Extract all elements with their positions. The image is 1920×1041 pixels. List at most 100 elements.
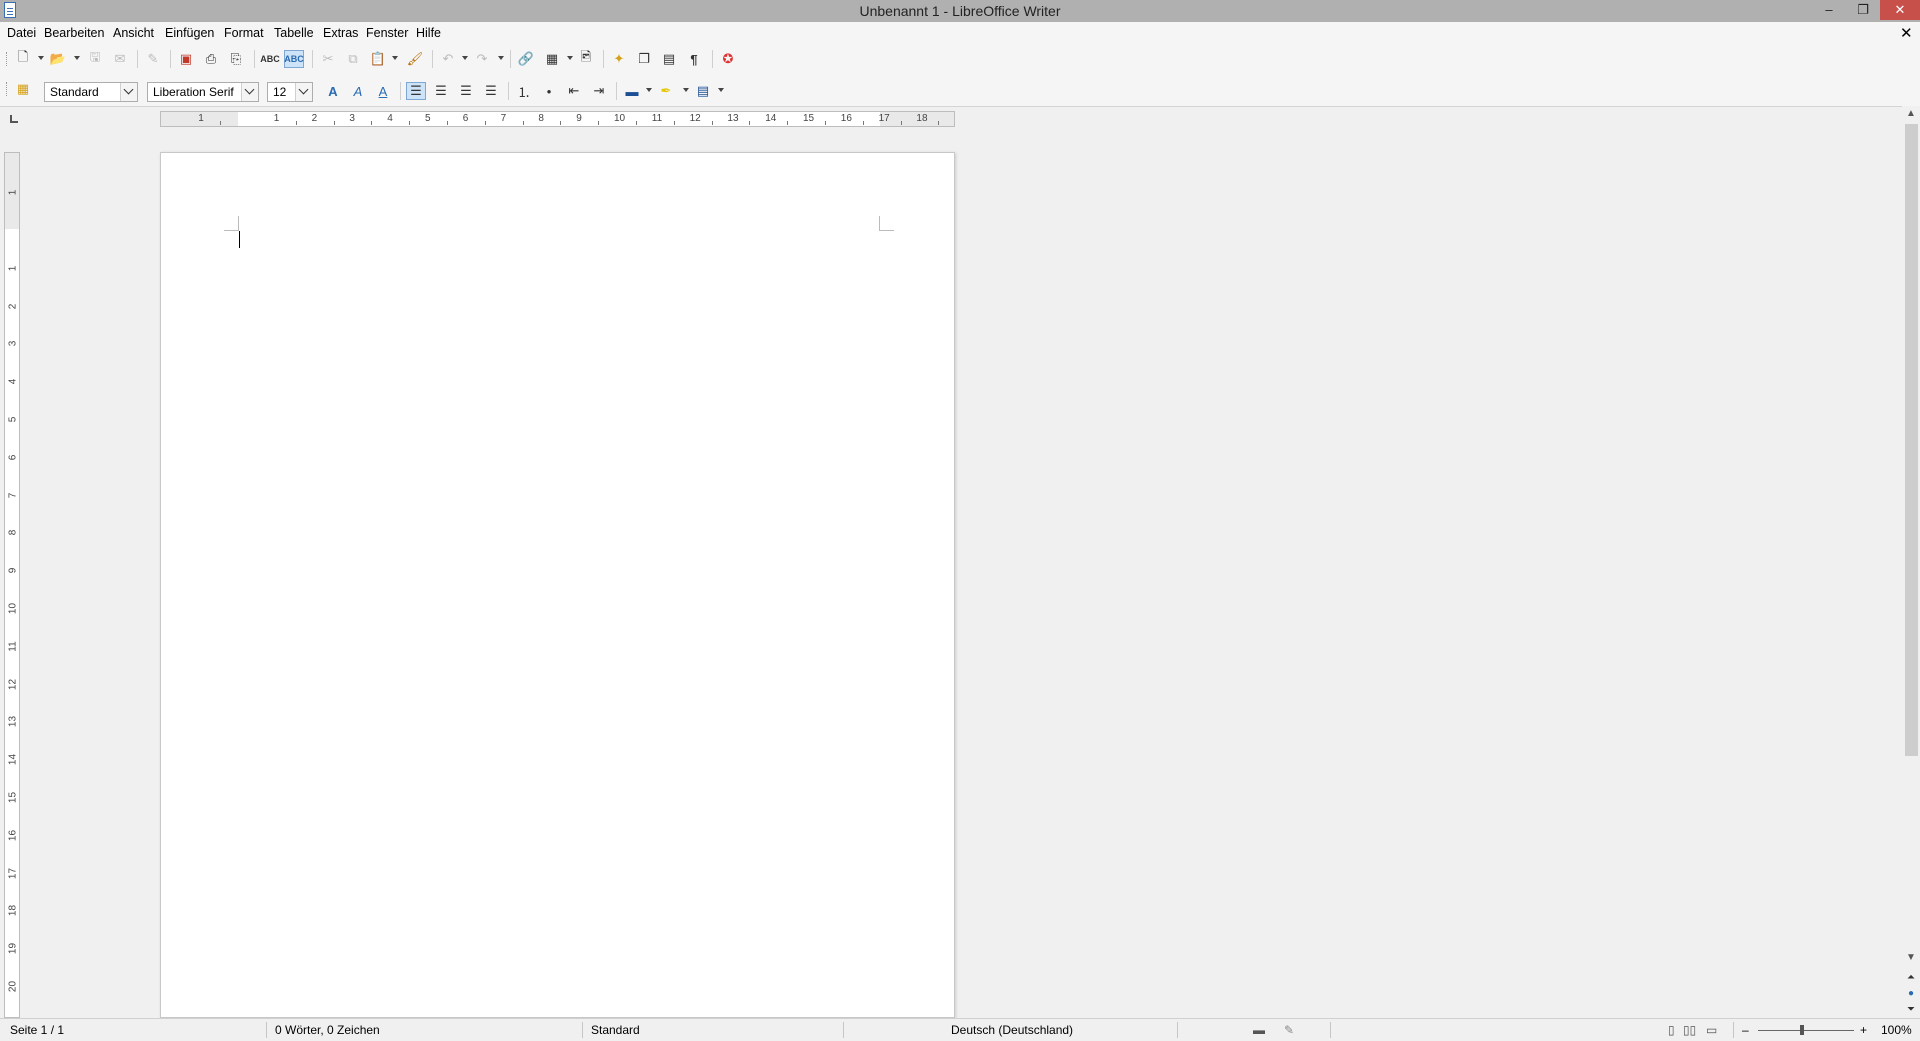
copy-icon[interactable]: ⧉ — [343, 50, 363, 68]
align-right-icon[interactable]: ☰ — [456, 82, 476, 100]
paste-icon[interactable]: 📋 — [368, 50, 388, 68]
open-icon[interactable]: 📂 — [48, 50, 68, 68]
numbering-icon[interactable]: ⒈ — [514, 82, 534, 100]
new-document-icon[interactable]: 🗋 — [13, 49, 33, 68]
redo-dropdown-arrow[interactable] — [498, 56, 504, 60]
open-dropdown-arrow[interactable] — [74, 56, 80, 60]
table-icon[interactable]: ▦ — [542, 50, 562, 68]
gallery-icon[interactable]: ❐ — [634, 50, 654, 68]
zoom-percentage[interactable]: 100% — [1881, 1023, 1912, 1037]
word-count-status[interactable]: 0 Wörter, 0 Zeichen — [275, 1023, 380, 1037]
redo-icon[interactable]: ↷ — [472, 50, 492, 68]
table-dropdown-arrow[interactable] — [567, 56, 573, 60]
document-modified-icon[interactable]: ✎ — [1284, 1023, 1294, 1037]
navigation-icon[interactable]: ● — [1905, 988, 1917, 1002]
new-dropdown-arrow[interactable] — [38, 56, 44, 60]
menu-hilfe[interactable]: Hilfe — [416, 26, 441, 40]
chevron-down-icon[interactable] — [295, 83, 312, 101]
clone-formatting-icon[interactable]: 🖌 — [405, 50, 425, 68]
undo-icon[interactable]: ↶ — [438, 50, 458, 68]
menu-datei[interactable]: Datei — [7, 26, 36, 40]
italic-icon[interactable]: A — [348, 82, 368, 100]
underline-icon[interactable]: A — [373, 82, 393, 100]
font-name-combo[interactable]: Liberation Serif — [147, 82, 259, 102]
toolbar-grip[interactable] — [6, 82, 9, 96]
background-color-icon[interactable]: ▤ — [693, 82, 713, 100]
hyperlink-icon[interactable]: 🔗 — [516, 50, 536, 68]
document-page[interactable] — [160, 152, 955, 1018]
decrease-indent-icon[interactable]: ⇤ — [564, 82, 584, 100]
edit-mode-icon[interactable]: ✎ — [143, 50, 163, 68]
help-icon[interactable]: ✪ — [718, 50, 738, 68]
scroll-down-arrow-icon[interactable]: ▼ — [1905, 952, 1917, 964]
cut-icon[interactable]: ✂ — [318, 50, 338, 68]
bullets-icon[interactable]: • — [539, 82, 559, 100]
menu-tabelle[interactable]: Tabelle — [274, 26, 314, 40]
menu-format[interactable]: Format — [224, 26, 264, 40]
chevron-down-icon[interactable] — [120, 83, 137, 101]
menu-einfuegen[interactable]: Einfügen — [165, 26, 214, 40]
zoom-in-button[interactable]: + — [1860, 1023, 1867, 1037]
spelling-icon[interactable]: ABC — [260, 50, 280, 68]
undo-dropdown-arrow[interactable] — [462, 56, 468, 60]
multi-page-view-icon[interactable]: ▯▯ — [1683, 1023, 1696, 1037]
maximize-button[interactable]: ❐ — [1846, 0, 1880, 20]
vertical-scrollbar[interactable]: ▲ ▼ ⏶ ● ⏷ — [1902, 106, 1920, 1018]
close-document-button[interactable]: ✕ — [1900, 24, 1913, 42]
data-sources-icon[interactable]: ▤ — [659, 50, 679, 68]
page-count-status[interactable]: Seite 1 / 1 — [10, 1023, 64, 1037]
font-name-value: Liberation Serif — [153, 85, 234, 99]
save-icon[interactable]: 🖫 — [85, 49, 105, 68]
menu-fenster[interactable]: Fenster — [366, 26, 408, 40]
highlighting-dropdown-arrow[interactable] — [683, 88, 689, 92]
page-style-status[interactable]: Standard — [591, 1023, 640, 1037]
print-icon[interactable]: ⎙ — [201, 50, 221, 68]
styles-formatting-icon[interactable]: ▦ — [13, 80, 33, 98]
next-page-icon[interactable]: ⏷ — [1905, 1004, 1917, 1018]
paragraph-style-combo[interactable]: Standard — [44, 82, 138, 102]
previous-page-icon[interactable]: ⏶ — [1905, 972, 1917, 986]
export-pdf-icon[interactable]: ▣ — [176, 50, 196, 68]
tab-stop-selector-icon[interactable] — [10, 115, 18, 123]
ruler-half-mark — [900, 121, 902, 125]
font-size-combo[interactable]: 12 — [267, 82, 313, 102]
chevron-down-icon[interactable] — [241, 83, 258, 101]
scroll-up-arrow-icon[interactable]: ▲ — [1905, 108, 1917, 120]
bold-icon[interactable]: A — [323, 82, 343, 100]
zoom-slider-track[interactable] — [1758, 1030, 1854, 1031]
toolbar-separator — [400, 82, 401, 100]
ruler-number: 14 — [7, 754, 19, 766]
zoom-out-button[interactable]: – — [1742, 1023, 1749, 1037]
navigator-icon[interactable]: ✦ — [609, 50, 629, 68]
background-color-dropdown-arrow[interactable] — [718, 88, 724, 92]
zoom-slider-knob[interactable] — [1800, 1025, 1804, 1035]
formatting-marks-icon[interactable]: ¶ — [684, 50, 704, 68]
menu-bearbeiten[interactable]: Bearbeiten — [44, 26, 104, 40]
vertical-ruler[interactable]: 1 1 2 3 4 5 6 7 8 9 10 11 12 13 14 15 16 17 18 19 20 — [4, 152, 20, 1018]
horizontal-ruler[interactable]: 1 1 2 3 4 5 6 7 8 9 10 11 12 13 14 15 16 17 18 — [160, 111, 955, 127]
autospellcheck-icon[interactable]: ABC — [284, 50, 304, 68]
ruler-number: 15 — [803, 113, 815, 124]
toolbar-grip[interactable] — [6, 52, 9, 66]
align-left-icon[interactable]: ☰ — [406, 82, 426, 100]
ruler-number: 16 — [7, 829, 19, 841]
print-preview-icon[interactable]: ⎘ — [226, 50, 246, 68]
increase-indent-icon[interactable]: ⇥ — [589, 82, 609, 100]
language-status[interactable]: Deutsch (Deutschland) — [951, 1023, 1073, 1037]
scrollbar-thumb[interactable] — [1905, 124, 1918, 756]
justify-icon[interactable]: ☰ — [481, 82, 501, 100]
font-color-icon[interactable]: ▬ — [622, 82, 642, 100]
minimize-button[interactable]: – — [1812, 0, 1846, 20]
menu-extras[interactable]: Extras — [323, 26, 358, 40]
highlighting-icon[interactable]: ✒ — [656, 82, 676, 100]
insert-mode-icon[interactable]: ▬ — [1253, 1023, 1265, 1037]
menu-ansicht[interactable]: Ansicht — [113, 26, 154, 40]
paste-dropdown-arrow[interactable] — [392, 56, 398, 60]
font-color-dropdown-arrow[interactable] — [646, 88, 652, 92]
email-icon[interactable]: ✉ — [110, 50, 130, 68]
single-page-view-icon[interactable]: ▯ — [1668, 1023, 1675, 1037]
image-icon[interactable]: 🖻 — [576, 49, 596, 68]
align-center-icon[interactable]: ☰ — [431, 82, 451, 100]
book-view-icon[interactable]: ▭ — [1706, 1023, 1717, 1037]
close-window-button[interactable]: ✕ — [1880, 0, 1920, 20]
